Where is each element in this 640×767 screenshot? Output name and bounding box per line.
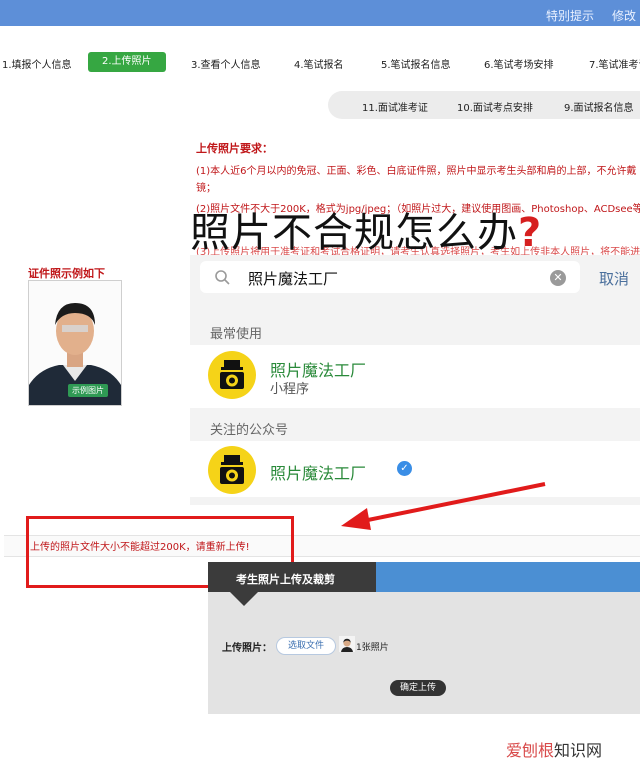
requirements-title: 上传照片要求： bbox=[196, 142, 273, 155]
section-followed: 关注的公众号 bbox=[210, 423, 289, 438]
mini-program-result[interactable] bbox=[190, 345, 640, 408]
step-5[interactable]: 5.笔试报名信息 bbox=[381, 56, 451, 71]
overlay-title-text: 照片不合规怎么办 bbox=[190, 210, 518, 256]
section-frequent: 最常使用 bbox=[210, 327, 263, 342]
upload-photo-label: 上传照片： bbox=[222, 643, 272, 654]
question-mark: ? bbox=[518, 210, 543, 256]
watermark-part1: 爱刨根 bbox=[506, 741, 555, 760]
step-3[interactable]: 3.查看个人信息 bbox=[191, 56, 261, 71]
search-icon bbox=[215, 270, 230, 285]
camera-icon bbox=[220, 455, 244, 484]
search-query: 照片魔法工厂 bbox=[248, 270, 339, 288]
secondary-tabs: 11.面试准考证 10.面试考点安排 9.面试报名信息 bbox=[328, 91, 640, 119]
step-1[interactable]: 1.填报个人信息 bbox=[2, 56, 72, 71]
choose-file-button[interactable]: 选取文件 bbox=[276, 637, 336, 655]
top-bar: 特别提示 修改 bbox=[0, 0, 640, 26]
tab-interview-ticket[interactable]: 11.面试准考证 bbox=[362, 99, 428, 114]
step-6[interactable]: 6.笔试考场安排 bbox=[484, 56, 554, 71]
confirm-upload-button[interactable]: 确定上传 bbox=[390, 680, 446, 696]
step-4[interactable]: 4.笔试报名 bbox=[294, 56, 344, 71]
upload-header-title: 考生照片上传及裁剪 bbox=[236, 573, 335, 586]
step-nav: 1.填报个人信息 2.上传照片 3.查看个人信息 4.笔试报名 5.笔试报名信息… bbox=[0, 52, 640, 76]
watermark-part2: 知识网 bbox=[554, 741, 603, 760]
thumbnail-icon bbox=[339, 636, 355, 652]
mini-program-type: 小程序 bbox=[270, 382, 310, 397]
official-account-avatar bbox=[208, 446, 256, 494]
camera-icon bbox=[220, 360, 244, 389]
verified-icon: ✓ bbox=[397, 461, 412, 476]
upload-header-bar bbox=[376, 562, 640, 592]
top-link-notice[interactable]: 特别提示 bbox=[546, 7, 594, 24]
tab-interview-location[interactable]: 10.面试考点安排 bbox=[457, 99, 533, 114]
caret-down-icon bbox=[230, 592, 258, 606]
top-link-edit[interactable]: 修改 bbox=[612, 7, 636, 24]
clear-icon[interactable]: ✕ bbox=[550, 270, 566, 286]
file-count: 1张照片 bbox=[356, 643, 389, 653]
watermark: 爱刨根知识网 bbox=[506, 737, 602, 761]
overlay-title: 照片不合规怎么办? bbox=[190, 200, 542, 258]
tab-interview-info[interactable]: 9.面试报名信息 bbox=[564, 99, 634, 114]
requirement-1: (1)本人近6个月以内的免冠、正面、彩色、白底证件照，照片中显示考生头部和肩的上… bbox=[196, 166, 637, 177]
sample-photo-label: 证件照示例如下 bbox=[28, 267, 105, 280]
red-arrow-icon bbox=[341, 482, 546, 530]
requirement-1-cont: 镜； bbox=[196, 183, 216, 194]
sample-badge: 示例图片 bbox=[68, 384, 108, 397]
mini-program-avatar bbox=[208, 351, 256, 399]
step-2-active[interactable]: 2.上传照片 bbox=[88, 52, 166, 72]
step-7[interactable]: 7.笔试准考证 bbox=[589, 56, 640, 71]
cancel-button[interactable]: 取消 bbox=[599, 268, 629, 289]
